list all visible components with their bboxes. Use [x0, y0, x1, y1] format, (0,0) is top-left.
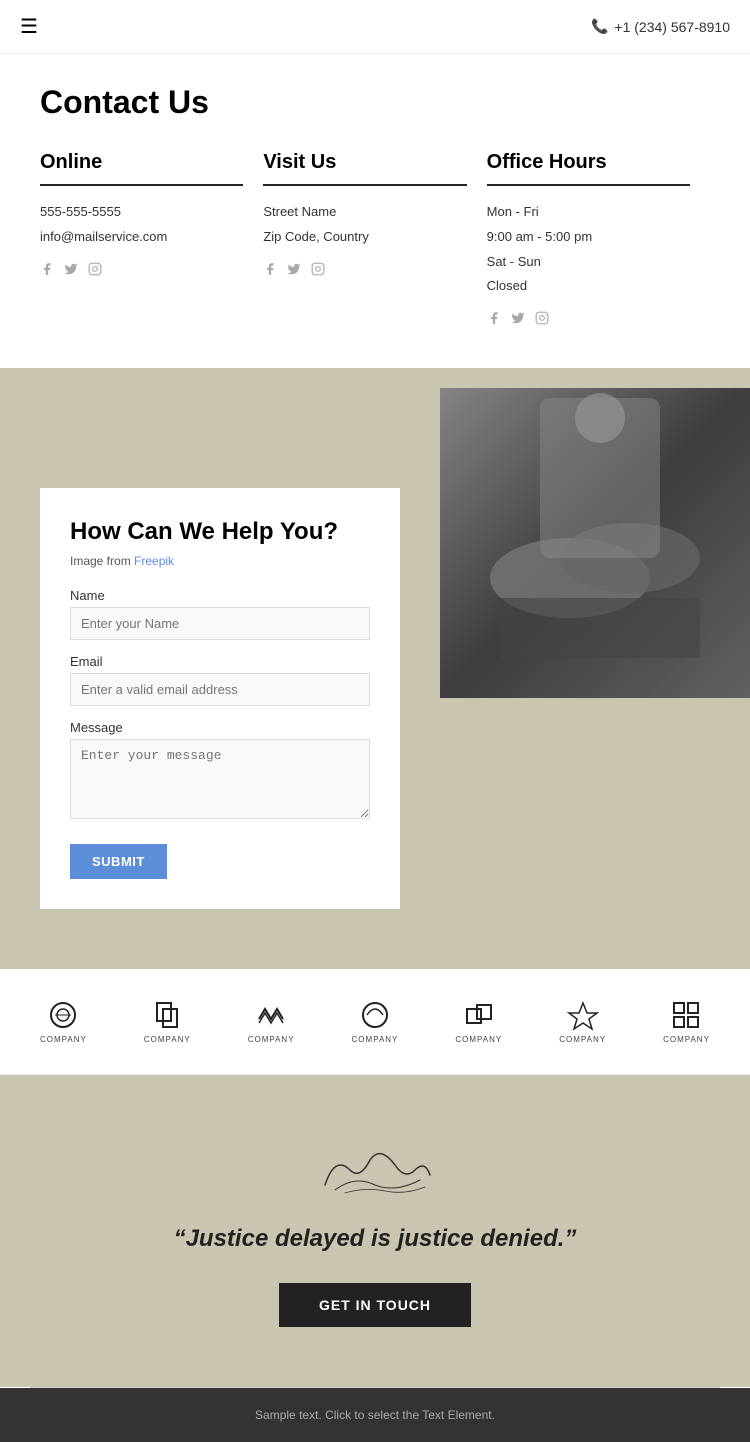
- help-card: How Can We Help You? Image from Freepik …: [40, 488, 400, 909]
- visit-location: Zip Code, Country: [263, 227, 466, 248]
- hours-heading: Office Hours: [487, 151, 690, 174]
- logo-4-icon: [359, 999, 391, 1031]
- name-input[interactable]: [70, 607, 370, 640]
- hours-twitter-icon[interactable]: [511, 311, 525, 328]
- footer: Sample text. Click to select the Text El…: [0, 1388, 750, 1442]
- logo-1-icon: [47, 999, 79, 1031]
- logos-section: COMPANY COMPANY COMPANY COMPANY COMPANY: [0, 969, 750, 1075]
- name-group: Name: [70, 588, 370, 640]
- twitter-icon[interactable]: [64, 262, 78, 279]
- weekend-label: Sat - Sun: [487, 252, 690, 273]
- instagram-icon[interactable]: [88, 262, 102, 279]
- signature-image: [305, 1135, 445, 1205]
- logo-4: COMPANY: [352, 999, 399, 1044]
- logo-7: COMPANY: [663, 999, 710, 1044]
- help-section: How Can We Help You? Image from Freepik …: [0, 368, 750, 969]
- quote-text: “Justice delayed is justice denied.”: [174, 1225, 577, 1253]
- logo-2-text: COMPANY: [144, 1035, 191, 1044]
- visit-divider: [263, 184, 466, 186]
- hours-social: [487, 311, 690, 328]
- name-label: Name: [70, 588, 370, 603]
- visit-heading: Visit Us: [263, 151, 466, 174]
- email-group: Email: [70, 654, 370, 706]
- message-label: Message: [70, 720, 370, 735]
- header: ☰ 📞 +1 (234) 567-8910: [0, 0, 750, 54]
- contact-section: Contact Us Online 555-555-5555 info@mail…: [0, 54, 750, 368]
- online-phone: 555-555-5555: [40, 202, 243, 223]
- logo-2-icon: [151, 999, 183, 1031]
- image-from: Image from Freepik: [70, 554, 370, 568]
- visit-instagram-icon[interactable]: [311, 262, 325, 279]
- logo-6-text: COMPANY: [559, 1035, 606, 1044]
- visit-column: Visit Us Street Name Zip Code, Country: [263, 151, 486, 328]
- logo-3: COMPANY: [248, 999, 295, 1044]
- columns: Online 555-555-5555 info@mailservice.com…: [40, 151, 710, 328]
- weekday-hours: 9:00 am - 5:00 pm: [487, 227, 690, 248]
- handshake-image: [440, 388, 750, 698]
- page-title: Contact Us: [40, 84, 710, 121]
- logo-1: COMPANY: [40, 999, 87, 1044]
- hamburger-icon[interactable]: ☰: [20, 14, 38, 39]
- freepik-link[interactable]: Freepik: [134, 554, 174, 568]
- logo-3-text: COMPANY: [248, 1035, 295, 1044]
- hours-column: Office Hours Mon - Fri 9:00 am - 5:00 pm…: [487, 151, 710, 328]
- logo-2: COMPANY: [144, 999, 191, 1044]
- logo-5-icon: [463, 999, 495, 1031]
- logo-6-icon: [567, 999, 599, 1031]
- message-group: Message: [70, 720, 370, 824]
- phone-number: +1 (234) 567-8910: [614, 19, 730, 35]
- message-textarea[interactable]: [70, 739, 370, 819]
- online-divider: [40, 184, 243, 186]
- logo-7-icon: [670, 999, 702, 1031]
- quote-section: “Justice delayed is justice denied.” GET…: [0, 1075, 750, 1387]
- facebook-icon[interactable]: [40, 262, 54, 279]
- hours-facebook-icon[interactable]: [487, 311, 501, 328]
- visit-street: Street Name: [263, 202, 466, 223]
- hours-instagram-icon[interactable]: [535, 311, 549, 328]
- logo-5-text: COMPANY: [455, 1035, 502, 1044]
- email-label: Email: [70, 654, 370, 669]
- get-in-touch-button[interactable]: GET IN TOUCH: [279, 1283, 471, 1327]
- logo-1-text: COMPANY: [40, 1035, 87, 1044]
- logo-3-icon: [255, 999, 287, 1031]
- visit-social: [263, 262, 466, 279]
- online-heading: Online: [40, 151, 243, 174]
- submit-button[interactable]: SUBMIT: [70, 844, 167, 879]
- logo-7-text: COMPANY: [663, 1035, 710, 1044]
- online-email: info@mailservice.com: [40, 227, 243, 248]
- footer-text: Sample text. Click to select the Text El…: [40, 1408, 710, 1422]
- help-heading: How Can We Help You?: [70, 518, 370, 546]
- online-column: Online 555-555-5555 info@mailservice.com: [40, 151, 263, 328]
- phone-area: 📞 +1 (234) 567-8910: [591, 18, 730, 35]
- email-input[interactable]: [70, 673, 370, 706]
- logo-6: COMPANY: [559, 999, 606, 1044]
- weekend-hours: Closed: [487, 276, 690, 297]
- phone-icon: 📞: [591, 18, 608, 35]
- hours-divider: [487, 184, 690, 186]
- visit-facebook-icon[interactable]: [263, 262, 277, 279]
- visit-twitter-icon[interactable]: [287, 262, 301, 279]
- weekday-label: Mon - Fri: [487, 202, 690, 223]
- logo-5: COMPANY: [455, 999, 502, 1044]
- online-social: [40, 262, 243, 279]
- logo-4-text: COMPANY: [352, 1035, 399, 1044]
